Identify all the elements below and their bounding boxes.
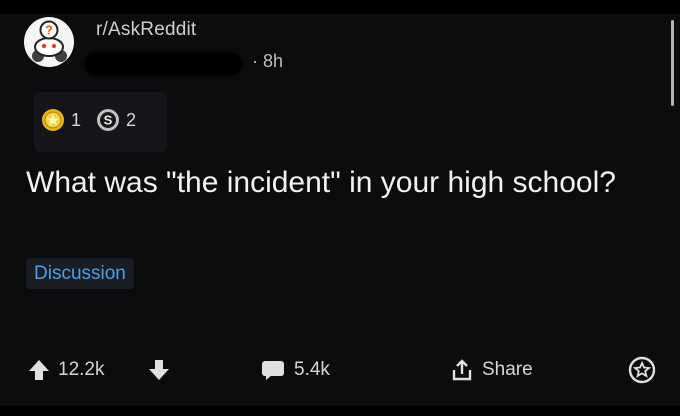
- award-silver[interactable]: S 2: [96, 108, 136, 132]
- redacted-username: [84, 52, 242, 76]
- silver-award-icon: S: [97, 109, 119, 131]
- comments-button[interactable]: 5.4k: [260, 350, 330, 390]
- downvote-arrow-icon: [149, 360, 169, 380]
- award-gold[interactable]: 1: [41, 108, 81, 132]
- award-gold-count: 1: [71, 109, 82, 130]
- subreddit-name[interactable]: r/AskReddit: [96, 19, 196, 41]
- award-silver-count: 2: [126, 109, 137, 130]
- subreddit-avatar-icon[interactable]: ?: [23, 16, 75, 68]
- share-button[interactable]: Share: [450, 350, 533, 390]
- post-timestamp: · 8h: [252, 51, 284, 71]
- comment-bubble-icon: [262, 361, 284, 380]
- top-status-bar: [0, 0, 680, 14]
- svg-text:S: S: [104, 113, 113, 128]
- give-award-button[interactable]: [628, 350, 656, 390]
- gold-award-icon: [42, 109, 64, 131]
- scrollbar[interactable]: [671, 20, 674, 106]
- svg-text:?: ?: [45, 23, 53, 38]
- post-title[interactable]: What was "the incident" in your high sch…: [26, 163, 666, 203]
- bottom-edge: [0, 406, 680, 416]
- share-label: Share: [482, 359, 533, 380]
- downvote-button[interactable]: [148, 350, 170, 390]
- upvote-arrow-icon: [29, 360, 49, 380]
- post-flair[interactable]: Discussion: [26, 258, 134, 289]
- post-actions-bar: 12.2k 5.4k Share: [0, 350, 680, 390]
- upvote-button[interactable]: [28, 358, 50, 382]
- upvote-group: 12.2k: [28, 350, 104, 390]
- comment-count: 5.4k: [294, 359, 330, 380]
- share-icon: [452, 359, 472, 381]
- vote-score: 12.2k: [58, 359, 105, 380]
- award-icon: [628, 356, 656, 384]
